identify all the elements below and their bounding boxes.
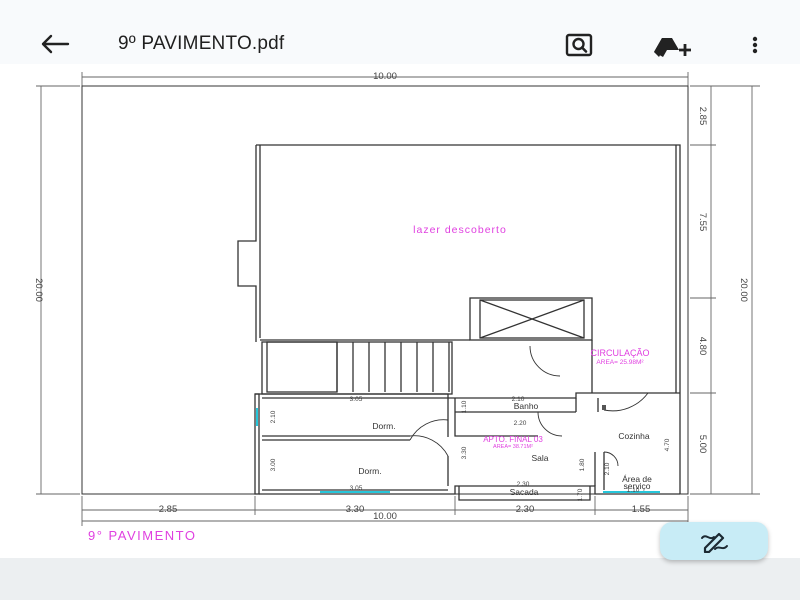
label-sala: Sala bbox=[531, 453, 548, 463]
arrow-back-icon bbox=[41, 34, 70, 54]
dim-banho-width: 2.10 bbox=[512, 396, 525, 403]
bottom-area bbox=[0, 558, 800, 600]
document-title: 9º PAVIMENTO.pdf bbox=[118, 33, 285, 54]
dim-bottom-seg3: 2.30 bbox=[516, 504, 535, 515]
search-document-button[interactable] bbox=[562, 28, 598, 62]
dim-top-total: 10.00 bbox=[373, 71, 397, 82]
dim-dorm1-height: 2.10 bbox=[270, 410, 277, 423]
dim-bottom-total: 10.00 bbox=[373, 511, 397, 522]
dim-dorm2-width: 3.05 bbox=[350, 485, 363, 492]
search-document-icon bbox=[565, 33, 593, 57]
dim-bottom-seg2: 3.30 bbox=[346, 504, 365, 515]
dim-dorm1-width: 3.05 bbox=[350, 396, 363, 403]
dim-sacada-height: 1.70 bbox=[577, 488, 584, 501]
more-options-button[interactable] bbox=[740, 28, 770, 62]
pdf-page[interactable]: 10.00 10.00 2.85 3.30 2.30 1.55 20.00 20… bbox=[0, 64, 800, 558]
dim-banho-height: 1.10 bbox=[461, 400, 468, 413]
dim-right-seg1: 2.85 bbox=[697, 107, 708, 126]
edit-fab-button[interactable] bbox=[660, 522, 768, 560]
floor-plan-drawing: 10.00 10.00 2.85 3.30 2.30 1.55 20.00 20… bbox=[33, 71, 760, 543]
dim-sala-height: 3.30 bbox=[461, 446, 468, 459]
floor-title: 9° PAVIMENTO bbox=[88, 528, 196, 543]
dim-sacada-width: 2.30 bbox=[517, 481, 530, 488]
label-apto: APTO. FINAL 03 bbox=[483, 435, 543, 444]
dim-banho-lower: 2.20 bbox=[514, 420, 527, 427]
dim-right-seg4: 5.00 bbox=[697, 435, 708, 454]
back-button[interactable] bbox=[36, 28, 72, 60]
label-apto-area: AREA= 38.71M² bbox=[493, 444, 533, 450]
dim-left-height: 20.00 bbox=[33, 278, 44, 302]
label-sacada: Sacada bbox=[510, 487, 539, 497]
label-dorm-2: Dorm. bbox=[358, 466, 381, 476]
label-circulacao: CIRCULAÇÃO bbox=[590, 348, 649, 358]
label-lazer: lazer descoberto bbox=[413, 224, 507, 236]
edit-pen-off-icon bbox=[701, 532, 728, 553]
label-cozinha: Cozinha bbox=[618, 431, 649, 441]
label-circulacao-area: AREA= 25.98M² bbox=[596, 359, 644, 366]
dim-servico-width: 1.10 bbox=[627, 487, 640, 494]
dim-bottom-seg1: 2.85 bbox=[159, 504, 178, 515]
dim-sala-inner: 1.80 bbox=[579, 458, 586, 471]
label-dorm-1: Dorm. bbox=[372, 421, 395, 431]
app-bar: 9º PAVIMENTO.pdf bbox=[0, 0, 800, 65]
add-to-drive-button[interactable] bbox=[651, 28, 697, 62]
dim-right-total: 20.00 bbox=[738, 278, 749, 302]
dim-right-seg3: 4.80 bbox=[697, 337, 708, 356]
dim-right-seg2: 7.55 bbox=[697, 213, 708, 232]
dim-bottom-seg4: 1.55 bbox=[632, 504, 651, 515]
dim-servico-height: 2.10 bbox=[604, 462, 611, 475]
dim-cozinha-height: 4.70 bbox=[664, 438, 671, 451]
dim-dorm2-height: 3.00 bbox=[270, 458, 277, 471]
add-to-drive-icon bbox=[654, 38, 691, 57]
more-vert-icon bbox=[752, 36, 758, 54]
